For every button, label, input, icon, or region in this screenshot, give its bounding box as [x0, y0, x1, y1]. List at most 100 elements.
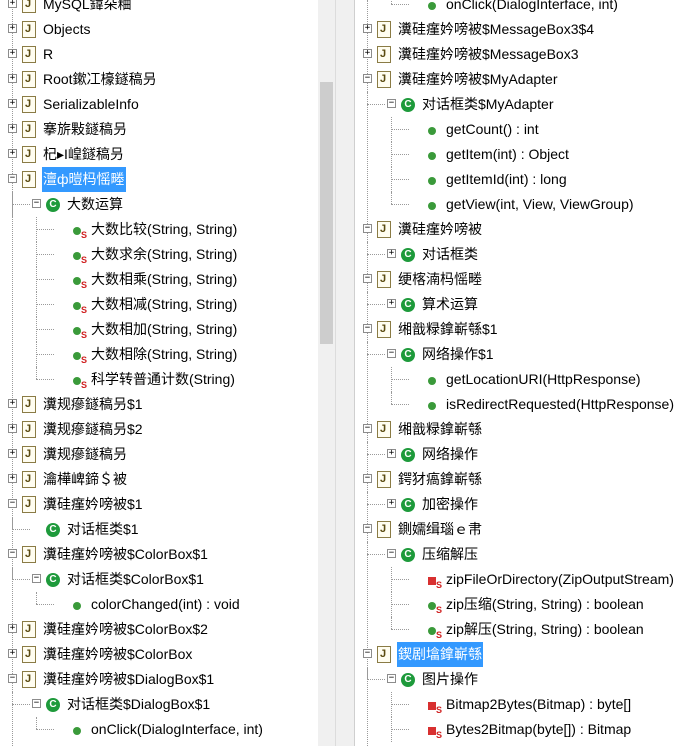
collapse-toggle-icon[interactable]: − [363, 524, 372, 533]
collapse-toggle-icon[interactable]: − [387, 674, 396, 683]
tree-node-file[interactable]: + MySQL鍏朵粬 [0, 0, 318, 17]
tree-node-class[interactable]: − C 对话框类$DialogBox$1 [0, 692, 318, 717]
tree-node-class[interactable]: − C 对话框类$ColorBox$1 [0, 567, 318, 592]
collapse-toggle-icon[interactable]: − [32, 199, 41, 208]
collapse-toggle-icon[interactable]: − [387, 99, 396, 108]
tree-node-file[interactable]: + 瀵硅瘽妗嗙被$ColorBox [0, 642, 318, 667]
tree-node-class[interactable]: + C 加密操作 [355, 492, 686, 517]
expand-toggle-icon[interactable]: + [387, 249, 396, 258]
tree-node-label[interactable]: 对话框类$ColorBox$1 [66, 567, 205, 592]
tree-node-class[interactable]: C 对话框类$1 [0, 517, 318, 542]
expand-toggle-icon[interactable]: + [8, 449, 17, 458]
tree-node-method[interactable]: getItemId(int) : long [355, 167, 686, 192]
tree-node-file[interactable]: − 缃戠粶鎿嶄綔 [355, 417, 686, 442]
tree-node-method[interactable]: S Bytes2Bitmap(byte[]) : Bitmap [355, 717, 686, 742]
tree-node-label[interactable]: onClick(DialogInterface, int) [90, 717, 264, 742]
tree-node-method[interactable]: S 科学转普通计数(String) [0, 367, 318, 392]
tree-node-method[interactable]: onClick(DialogInterface, int) [355, 0, 686, 17]
tree-node-file[interactable]: + 杞▸I崲鐩稿叧 [0, 142, 318, 167]
tree-node-file[interactable]: − 鍘嬬缉瑙ｅ帇 [355, 517, 686, 542]
tree-node-label[interactable]: 大数相除(String, String) [90, 342, 238, 367]
tree-node-file[interactable]: + 瀵硅瘽妗嗙被$MessageBox3 [355, 42, 686, 67]
collapse-toggle-icon[interactable]: − [8, 674, 17, 683]
pane-divider[interactable] [335, 0, 355, 746]
tree-node-label[interactable]: zip压缩(String, String) : boolean [445, 592, 645, 617]
tree-node-label[interactable]: Root鏉冮檺鐩稿叧 [42, 67, 158, 92]
tree-node-label[interactable]: onClick(DialogInterface, int) [445, 0, 619, 17]
collapse-toggle-icon[interactable]: − [8, 549, 17, 558]
tree-node-label[interactable]: colorChanged(int) : void [90, 592, 241, 617]
tree-node-label[interactable]: getView(int, View, ViewGroup) [445, 192, 635, 217]
tree-node-label[interactable]: 瀹樺崥鍗＄被 [42, 467, 128, 492]
collapse-toggle-icon[interactable]: − [363, 324, 372, 333]
tree-node-label[interactable]: getCount() : int [445, 117, 540, 142]
tree-node-method[interactable]: S 大数比较(String, String) [0, 217, 318, 242]
expand-toggle-icon[interactable]: + [8, 399, 17, 408]
tree-node-label[interactable]: 瀵硅瘽妗嗙被$ColorBox$1 [42, 542, 209, 567]
collapse-toggle-icon[interactable]: − [363, 424, 372, 433]
tree-node-label[interactable]: 瀵规瘮鐩稿叧 [42, 442, 128, 467]
tree-node-label[interactable]: 大数比较(String, String) [90, 217, 238, 242]
expand-toggle-icon[interactable]: + [8, 649, 17, 658]
tree-node-method[interactable]: getView(int, View, ViewGroup) [355, 192, 686, 217]
tree-node-label[interactable]: 网络操作$1 [421, 342, 495, 367]
tree-node-file[interactable]: − 鍥剧墖鎿嶄綔 [355, 642, 686, 667]
tree-node-method[interactable]: S 大数相减(String, String) [0, 292, 318, 317]
tree-node-label[interactable]: 对话框类$1 [66, 517, 140, 542]
tree-node-label[interactable]: 瀵规瘮鐩稿叧$1 [42, 392, 144, 417]
left-pane-vertical-scrollbar[interactable] [318, 0, 335, 746]
collapse-toggle-icon[interactable]: − [363, 224, 372, 233]
left-tree-pane[interactable]: +MySQL鍏朵粬+Objects+R+Root鏉冮檺鐩稿叧+Serializa… [0, 0, 318, 746]
tree-node-label[interactable]: zipFileOrDirectory(ZipOutputStream) [445, 567, 675, 592]
tree-node-method[interactable]: S 大数相乘(String, String) [0, 267, 318, 292]
expand-toggle-icon[interactable]: + [8, 24, 17, 33]
tree-node-method[interactable]: Szip压缩(String, String) : boolean [355, 592, 686, 617]
tree-node-class[interactable]: + C 网络操作 [355, 442, 686, 467]
tree-node-label[interactable]: 对话框类$MyAdapter [421, 92, 554, 117]
tree-node-label[interactable]: 大数相乘(String, String) [90, 267, 238, 292]
tree-node-label[interactable]: getItemId(int) : long [445, 167, 568, 192]
tree-node-method[interactable]: isRedirectRequested(HttpResponse) [355, 392, 686, 417]
tree-node-label[interactable]: 科学转普通计数(String) [90, 367, 236, 392]
tree-node-label[interactable]: Bytes2Bitmap(byte[]) : Bitmap [445, 717, 632, 742]
expand-toggle-icon[interactable]: + [8, 149, 17, 158]
tree-node-label[interactable]: 鍥剧墖鎿嶄綔 [397, 642, 483, 667]
expand-toggle-icon[interactable]: + [8, 124, 17, 133]
tree-node-label[interactable]: getItem(int) : Object [445, 142, 570, 167]
tree-node-label[interactable]: 算术运算 [421, 292, 479, 317]
tree-node-label[interactable]: 大数求余(String, String) [90, 242, 238, 267]
tree-node-label[interactable]: isRedirectRequested(HttpResponse) [445, 392, 675, 417]
tree-node-label[interactable]: 鍔犲瘑鎿嶄綔 [397, 467, 483, 492]
tree-node-label[interactable]: 瀵硅瘽妗嗙被 [397, 217, 483, 242]
tree-node-label[interactable]: 网络操作 [421, 442, 479, 467]
tree-node-class[interactable]: + C 对话框类 [355, 242, 686, 267]
right-tree-pane[interactable]: onClick(DialogInterface, int) + 瀵硅瘽妗嗙被$Mes… [355, 0, 686, 746]
collapse-toggle-icon[interactable]: − [363, 649, 372, 658]
tree-node-file[interactable]: − 瀵硅瘽妗嗙被$DialogBox$1 [0, 667, 318, 692]
tree-node-label[interactable]: 图片操作 [421, 667, 479, 692]
expand-toggle-icon[interactable]: + [8, 624, 17, 633]
tree-node-label[interactable]: 对话框类 [421, 242, 479, 267]
tree-node-label[interactable]: 澶ф暟杩愮畻 [42, 167, 126, 192]
tree-node-label[interactable]: 大数运算 [66, 192, 124, 217]
tree-node-file[interactable]: − 澶ф暟杩愮畻 [0, 167, 318, 192]
tree-node-method[interactable]: onClick(DialogInterface, int) [0, 717, 318, 742]
tree-node-method[interactable]: S 大数求余(String, String) [0, 242, 318, 267]
expand-toggle-icon[interactable]: + [387, 299, 396, 308]
expand-toggle-icon[interactable]: + [363, 24, 372, 33]
tree-node-method[interactable]: getCount() : int [355, 117, 686, 142]
collapse-toggle-icon[interactable]: − [363, 74, 372, 83]
tree-node-method[interactable]: S 大数相除(String, String) [0, 342, 318, 367]
tree-node-label[interactable]: zip解压(String, String) : boolean [445, 617, 645, 642]
collapse-toggle-icon[interactable]: − [8, 499, 17, 508]
collapse-toggle-icon[interactable]: − [32, 574, 41, 583]
tree-node-file[interactable]: + 瀵规瘮鐩稿叧$1 [0, 392, 318, 417]
tree-node-label[interactable]: 搴旂敤鐩稿叧 [42, 117, 128, 142]
expand-toggle-icon[interactable]: + [8, 0, 17, 8]
tree-node-label[interactable]: 缃戠粶鎿嶄綔 [397, 417, 483, 442]
expand-toggle-icon[interactable]: + [8, 74, 17, 83]
tree-node-file[interactable]: − 鍔犲瘑鎿嶄綔 [355, 467, 686, 492]
tree-node-file[interactable]: +R [0, 42, 318, 67]
tree-node-method[interactable]: getLocationURI(HttpResponse) [355, 367, 686, 392]
tree-node-label[interactable]: 瀵硅瘽妗嗙被$1 [42, 492, 144, 517]
